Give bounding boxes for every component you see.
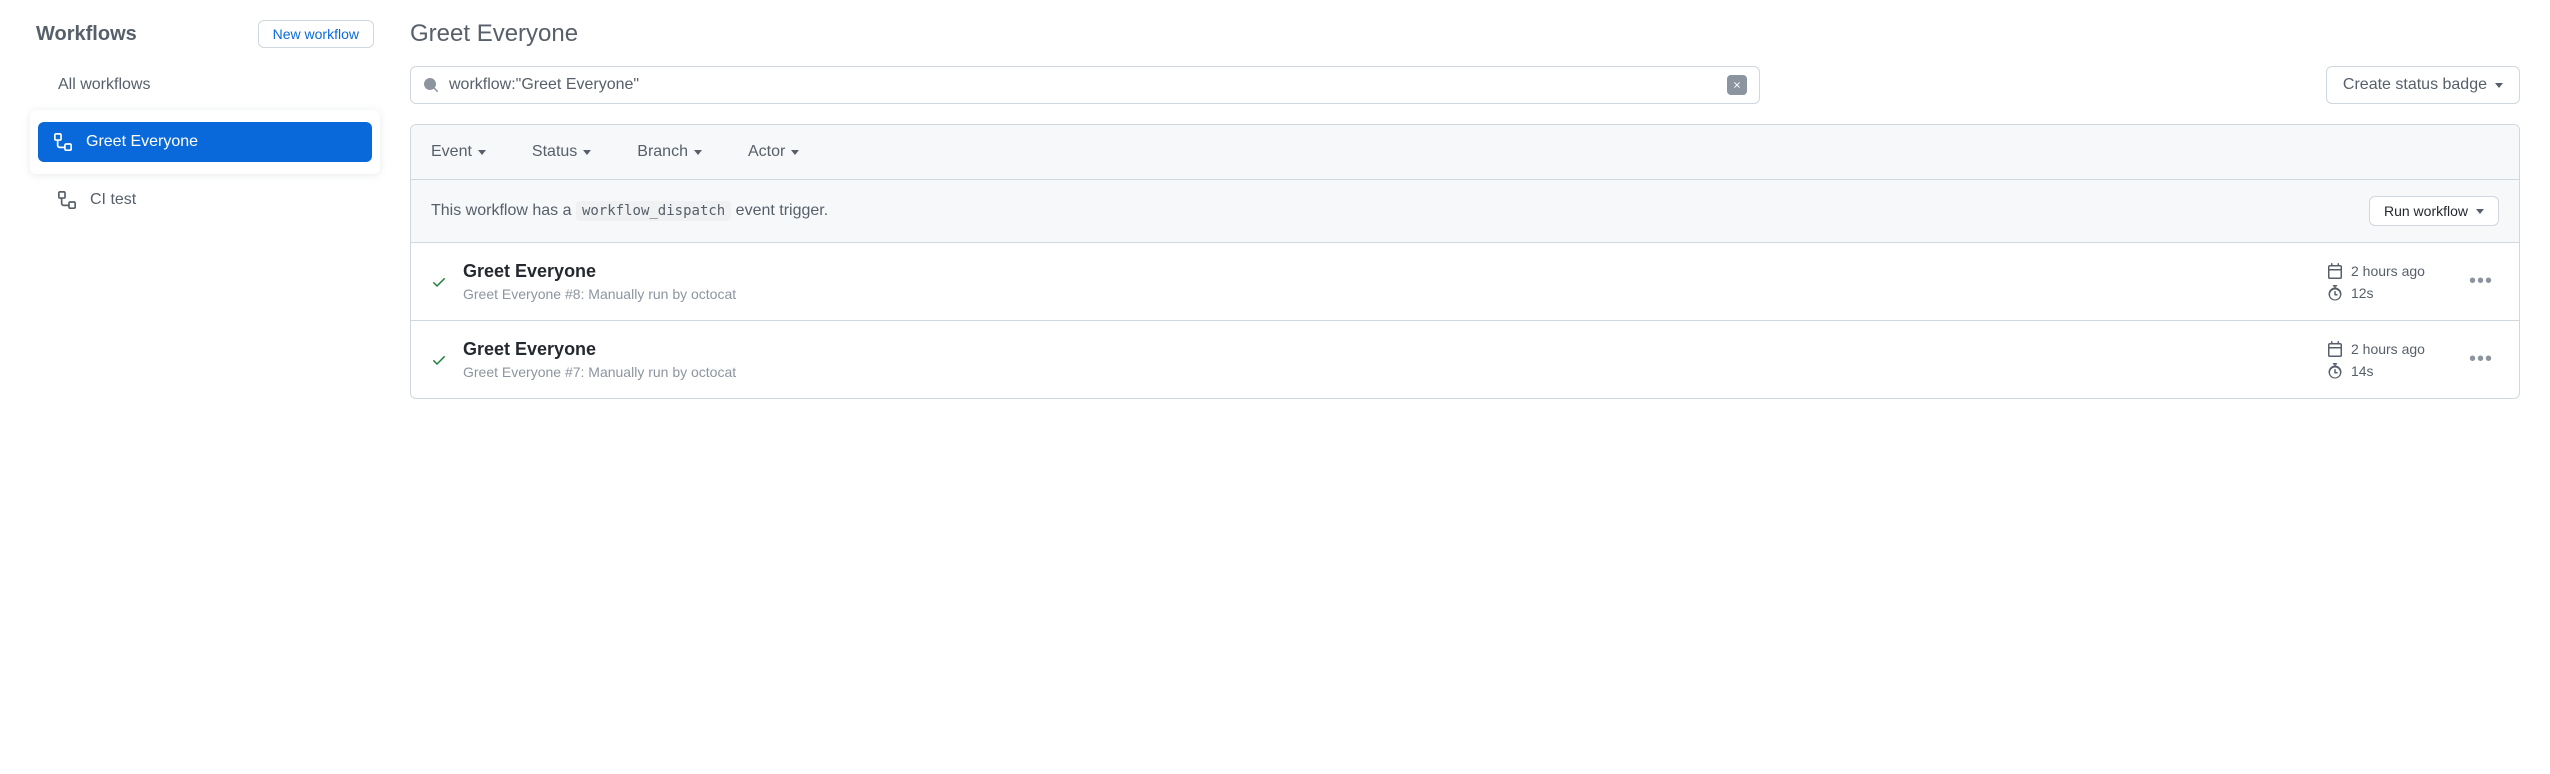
check-icon xyxy=(431,274,447,290)
filter-label: Status xyxy=(532,143,577,161)
run-title: Greet Everyone xyxy=(463,261,2311,282)
run-meta: 2 hours ago 12s xyxy=(2327,263,2447,301)
sidebar-nav: All workflows Greet Everyone CI test xyxy=(30,66,380,220)
run-title: Greet Everyone xyxy=(463,339,2311,360)
stopwatch-icon xyxy=(2327,363,2343,379)
workflow-icon xyxy=(54,133,72,151)
new-workflow-button[interactable]: New workflow xyxy=(258,20,374,48)
search-box[interactable] xyxy=(410,66,1760,104)
search-icon xyxy=(423,77,439,93)
sidebar-item-label: CI test xyxy=(90,191,136,209)
main-content: Greet Everyone Create status badge Eve xyxy=(410,20,2520,399)
button-label: Run workflow xyxy=(2384,203,2468,219)
chevron-down-icon xyxy=(2495,83,2503,88)
run-subtitle: Greet Everyone #8: Manually run by octoc… xyxy=(463,286,2311,302)
run-duration: 14s xyxy=(2327,363,2447,379)
search-row: Create status badge xyxy=(410,66,2520,104)
sidebar-header: Workflows New workflow xyxy=(30,20,380,48)
clear-search-icon[interactable] xyxy=(1727,75,1747,95)
run-duration-text: 14s xyxy=(2351,363,2374,379)
page-title: Greet Everyone xyxy=(410,20,2520,48)
create-status-badge-button[interactable]: Create status badge xyxy=(2326,66,2520,104)
filter-status[interactable]: Status xyxy=(532,143,591,161)
filter-label: Event xyxy=(431,143,472,161)
filter-label: Actor xyxy=(748,143,785,161)
button-label: Create status badge xyxy=(2343,76,2487,94)
filter-bar: Event Status Branch Actor xyxy=(411,125,2519,180)
dispatch-suffix: event trigger. xyxy=(731,202,828,219)
run-time-text: 2 hours ago xyxy=(2351,263,2425,279)
run-row[interactable]: Greet Everyone Greet Everyone #7: Manual… xyxy=(411,321,2519,398)
sidebar-title: Workflows xyxy=(36,23,137,46)
sidebar-item-ci-test[interactable]: CI test xyxy=(30,180,380,220)
kebab-menu-icon[interactable]: ••• xyxy=(2463,270,2499,293)
search-input[interactable] xyxy=(449,76,1717,94)
kebab-menu-icon[interactable]: ••• xyxy=(2463,348,2499,371)
check-icon xyxy=(431,352,447,368)
sidebar-item-highlight: Greet Everyone xyxy=(30,110,380,174)
run-duration: 12s xyxy=(2327,285,2447,301)
stopwatch-icon xyxy=(2327,285,2343,301)
run-duration-text: 12s xyxy=(2351,285,2374,301)
sidebar-item-label: Greet Everyone xyxy=(86,133,198,151)
sidebar-item-greet-everyone[interactable]: Greet Everyone xyxy=(38,122,372,162)
run-time-text: 2 hours ago xyxy=(2351,341,2425,357)
sidebar-item-all-workflows[interactable]: All workflows xyxy=(30,66,380,104)
chevron-down-icon xyxy=(2476,209,2484,214)
run-info: Greet Everyone Greet Everyone #8: Manual… xyxy=(463,261,2311,302)
run-time: 2 hours ago xyxy=(2327,341,2447,357)
calendar-icon xyxy=(2327,341,2343,357)
dispatch-code: workflow_dispatch xyxy=(576,201,731,221)
dispatch-prefix: This workflow has a xyxy=(431,202,576,219)
run-time: 2 hours ago xyxy=(2327,263,2447,279)
filter-event[interactable]: Event xyxy=(431,143,486,161)
dispatch-bar: This workflow has a workflow_dispatch ev… xyxy=(411,180,2519,243)
filter-branch[interactable]: Branch xyxy=(637,143,702,161)
run-row[interactable]: Greet Everyone Greet Everyone #8: Manual… xyxy=(411,243,2519,321)
chevron-down-icon xyxy=(478,150,486,155)
filter-actor[interactable]: Actor xyxy=(748,143,799,161)
run-info: Greet Everyone Greet Everyone #7: Manual… xyxy=(463,339,2311,380)
chevron-down-icon xyxy=(791,150,799,155)
runs-panel: Event Status Branch Actor Thi xyxy=(410,124,2520,399)
chevron-down-icon xyxy=(694,150,702,155)
run-subtitle: Greet Everyone #7: Manually run by octoc… xyxy=(463,364,2311,380)
calendar-icon xyxy=(2327,263,2343,279)
run-workflow-button[interactable]: Run workflow xyxy=(2369,196,2499,226)
workflow-icon xyxy=(58,191,76,209)
sidebar: Workflows New workflow All workflows Gre… xyxy=(30,20,380,399)
chevron-down-icon xyxy=(583,150,591,155)
dispatch-text: This workflow has a workflow_dispatch ev… xyxy=(431,202,828,220)
filter-label: Branch xyxy=(637,143,688,161)
run-meta: 2 hours ago 14s xyxy=(2327,341,2447,379)
